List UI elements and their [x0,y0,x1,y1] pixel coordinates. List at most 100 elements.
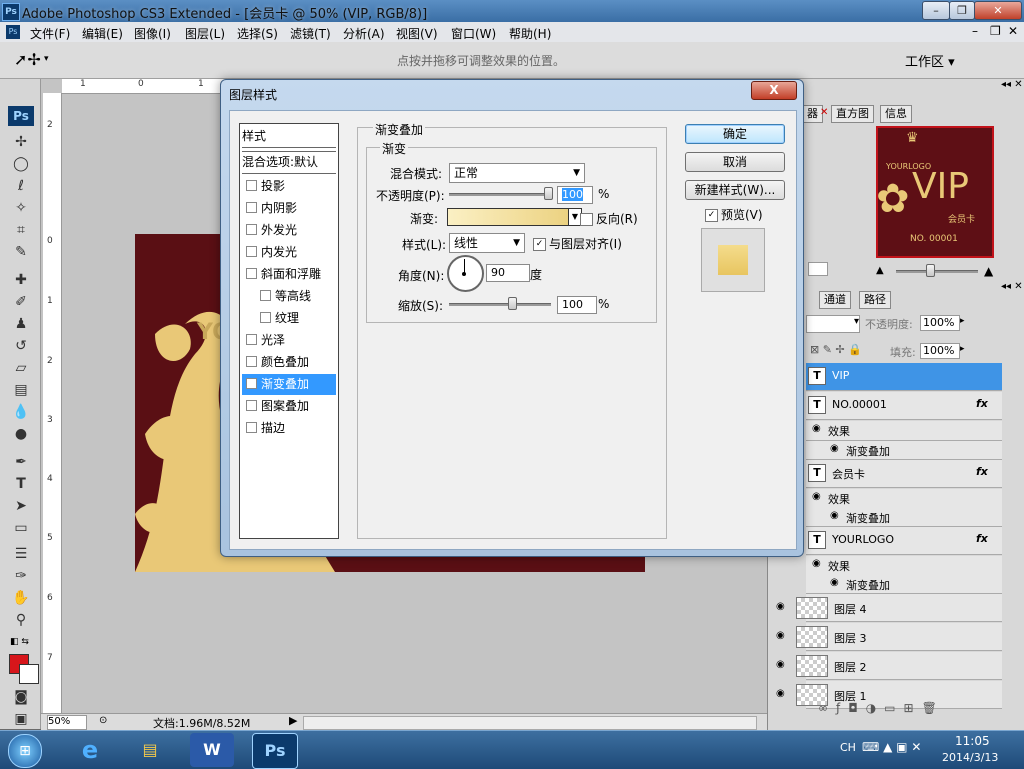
panel-collapse-icon[interactable]: ◂◂ ✕ [1001,79,1023,90]
menu-image[interactable]: 图像(I) [134,25,171,42]
magic-wand-icon[interactable]: ✧ [10,198,32,218]
gradient-preview[interactable] [447,208,570,226]
menu-file[interactable]: 文件(F) [30,25,70,42]
eye-icon[interactable]: ◉ [776,630,785,641]
eraser-icon[interactable]: ▱ [10,358,32,378]
style-checkbox[interactable] [246,356,257,367]
style-checkbox[interactable] [246,224,257,235]
move-icon[interactable]: ✢ [10,132,32,152]
blur-icon[interactable]: 💧 [10,402,32,422]
style-checkbox[interactable] [246,180,257,191]
angle-field[interactable]: 90 [486,264,530,282]
pen-icon[interactable]: ✒ [10,452,32,472]
photoshop-taskbar-icon[interactable]: Ps [252,733,298,769]
style-checkbox[interactable] [246,400,257,411]
fx-icon[interactable]: fx [976,397,988,410]
word-icon[interactable]: W [190,733,234,767]
menu-help[interactable]: 帮助(H) [509,25,551,42]
style-checkbox[interactable]: ✓ [246,378,257,389]
horizontal-scrollbar[interactable] [303,716,757,730]
blend-options-item[interactable]: 混合选项:默认 [242,151,336,174]
eye-icon[interactable]: ◉ [812,558,821,569]
language-indicator[interactable]: CH [840,741,856,754]
style-item[interactable]: 图案叠加 [242,396,336,417]
shape-icon[interactable]: ▭ [10,518,32,538]
tab-close-icon[interactable]: ✕ [820,107,828,118]
minimize-button[interactable]: – [922,1,950,20]
fill-field[interactable]: 100% [920,343,960,359]
blend-mode-select[interactable]: ▾ [806,315,860,333]
style-item[interactable]: 投影 [242,176,336,197]
eye-icon[interactable]: ◉ [812,491,821,502]
zoom-in-icon[interactable]: ▲ [984,264,993,278]
tab-paths[interactable]: 路径 [859,291,891,309]
eye-icon[interactable]: ◉ [776,601,785,612]
path-select-icon[interactable]: ➤ [10,496,32,516]
eye-icon[interactable]: ◉ [830,510,839,521]
layer-row[interactable]: ◉ 图层 3 [776,623,1002,651]
style-item[interactable]: 斜面和浮雕 [242,264,336,285]
nav-zoom-thumb[interactable] [926,264,935,277]
preview-checkbox[interactable]: ✓ 预览(V) [705,206,763,223]
status-menu-icon[interactable]: ⊙ [99,715,107,726]
doc-close-icon[interactable]: ✕ [1008,24,1018,38]
eyedropper-icon[interactable]: ✑ [10,566,32,586]
opacity-arrow-icon[interactable]: ▸ [960,316,965,326]
layer-row[interactable]: ◉ 渐变叠加 [806,441,1002,460]
align-check-box[interactable]: ✓ [533,238,546,251]
start-button[interactable]: ⊞ [8,734,42,768]
tray-icons[interactable]: ⌨ ▲ ▣ ✕ [862,740,921,754]
eye-icon[interactable]: ◉ [830,443,839,454]
tab-channels[interactable]: 通道 [819,291,851,309]
scale-thumb[interactable] [508,297,517,310]
zoom-out-icon[interactable]: ▲ [876,265,884,276]
dialog-close-button[interactable]: X [751,81,797,100]
style-checkbox[interactable] [260,290,271,301]
slice-icon[interactable]: ✎ [10,242,32,262]
opacity-field[interactable]: 100 [557,186,593,204]
align-with-layer-checkbox[interactable]: ✓ 与图层对齐(I) [533,235,622,252]
preview-check-box[interactable]: ✓ [705,209,718,222]
nav-zoom-slider[interactable] [896,270,978,273]
brush-icon[interactable]: ✐ [10,292,32,312]
layer-row[interactable]: ◉ 效果 [806,421,1002,441]
fx-icon[interactable]: fx [976,532,988,545]
doc-restore-icon[interactable]: ❐ [990,24,1001,38]
menu-layer[interactable]: 图层(L) [185,25,225,42]
background-color-swatch[interactable] [19,664,39,684]
style-item[interactable]: 内发光 [242,242,336,263]
history-brush-icon[interactable]: ↺ [10,336,32,356]
tab-histogram[interactable]: 直方图 [831,105,874,123]
layer-row[interactable]: T NO.00001 fx [806,392,1002,420]
lasso-icon[interactable]: ℓ [10,176,32,196]
layer-row[interactable]: T 会员卡 fx [806,460,1002,488]
style-item[interactable]: 颜色叠加 [242,352,336,373]
fill-arrow-icon[interactable]: ▸ [960,344,965,354]
layer-row[interactable]: ◉ 渐变叠加 [806,508,1002,527]
layer-row[interactable]: ◉ 渐变叠加 [806,575,1002,594]
style-item[interactable]: 外发光 [242,220,336,241]
nav-zoom-field[interactable] [808,262,828,276]
panel-collapse-icon[interactable]: ◂◂ ✕ [1001,281,1023,292]
status-arrow-icon[interactable]: ▶ [289,714,297,727]
style-checkbox[interactable] [246,422,257,433]
crop-icon[interactable]: ⌗ [10,220,32,240]
layer-row[interactable]: ◉ 效果 [806,489,1002,509]
marquee-icon[interactable]: ◯ [10,154,32,174]
opacity-slider[interactable] [449,193,551,196]
navigator-preview[interactable]: ♛ YOURLOGO VIP 会员卡 NO. 00001 ✿ [876,126,994,258]
style-checkbox[interactable] [246,202,257,213]
style-dropdown[interactable]: 线性 ▼ [449,233,525,253]
layer-row[interactable]: ◉ 图层 2 [776,652,1002,680]
style-item[interactable]: 内阴影 [242,198,336,219]
opacity-thumb[interactable] [544,187,553,200]
move-tool-icon[interactable]: ➚✢ [14,50,41,69]
eye-icon[interactable]: ◉ [776,659,785,670]
menu-filter[interactable]: 滤镜(T) [290,25,331,42]
zoom-field[interactable]: 50% [47,715,87,730]
screen-mode-icon[interactable]: ▣ [10,709,32,729]
menu-edit[interactable]: 编辑(E) [82,25,123,42]
menu-view[interactable]: 视图(V) [396,25,438,42]
maximize-button[interactable]: ❐ [949,1,975,20]
new-style-button[interactable]: 新建样式(W)... [685,180,785,200]
